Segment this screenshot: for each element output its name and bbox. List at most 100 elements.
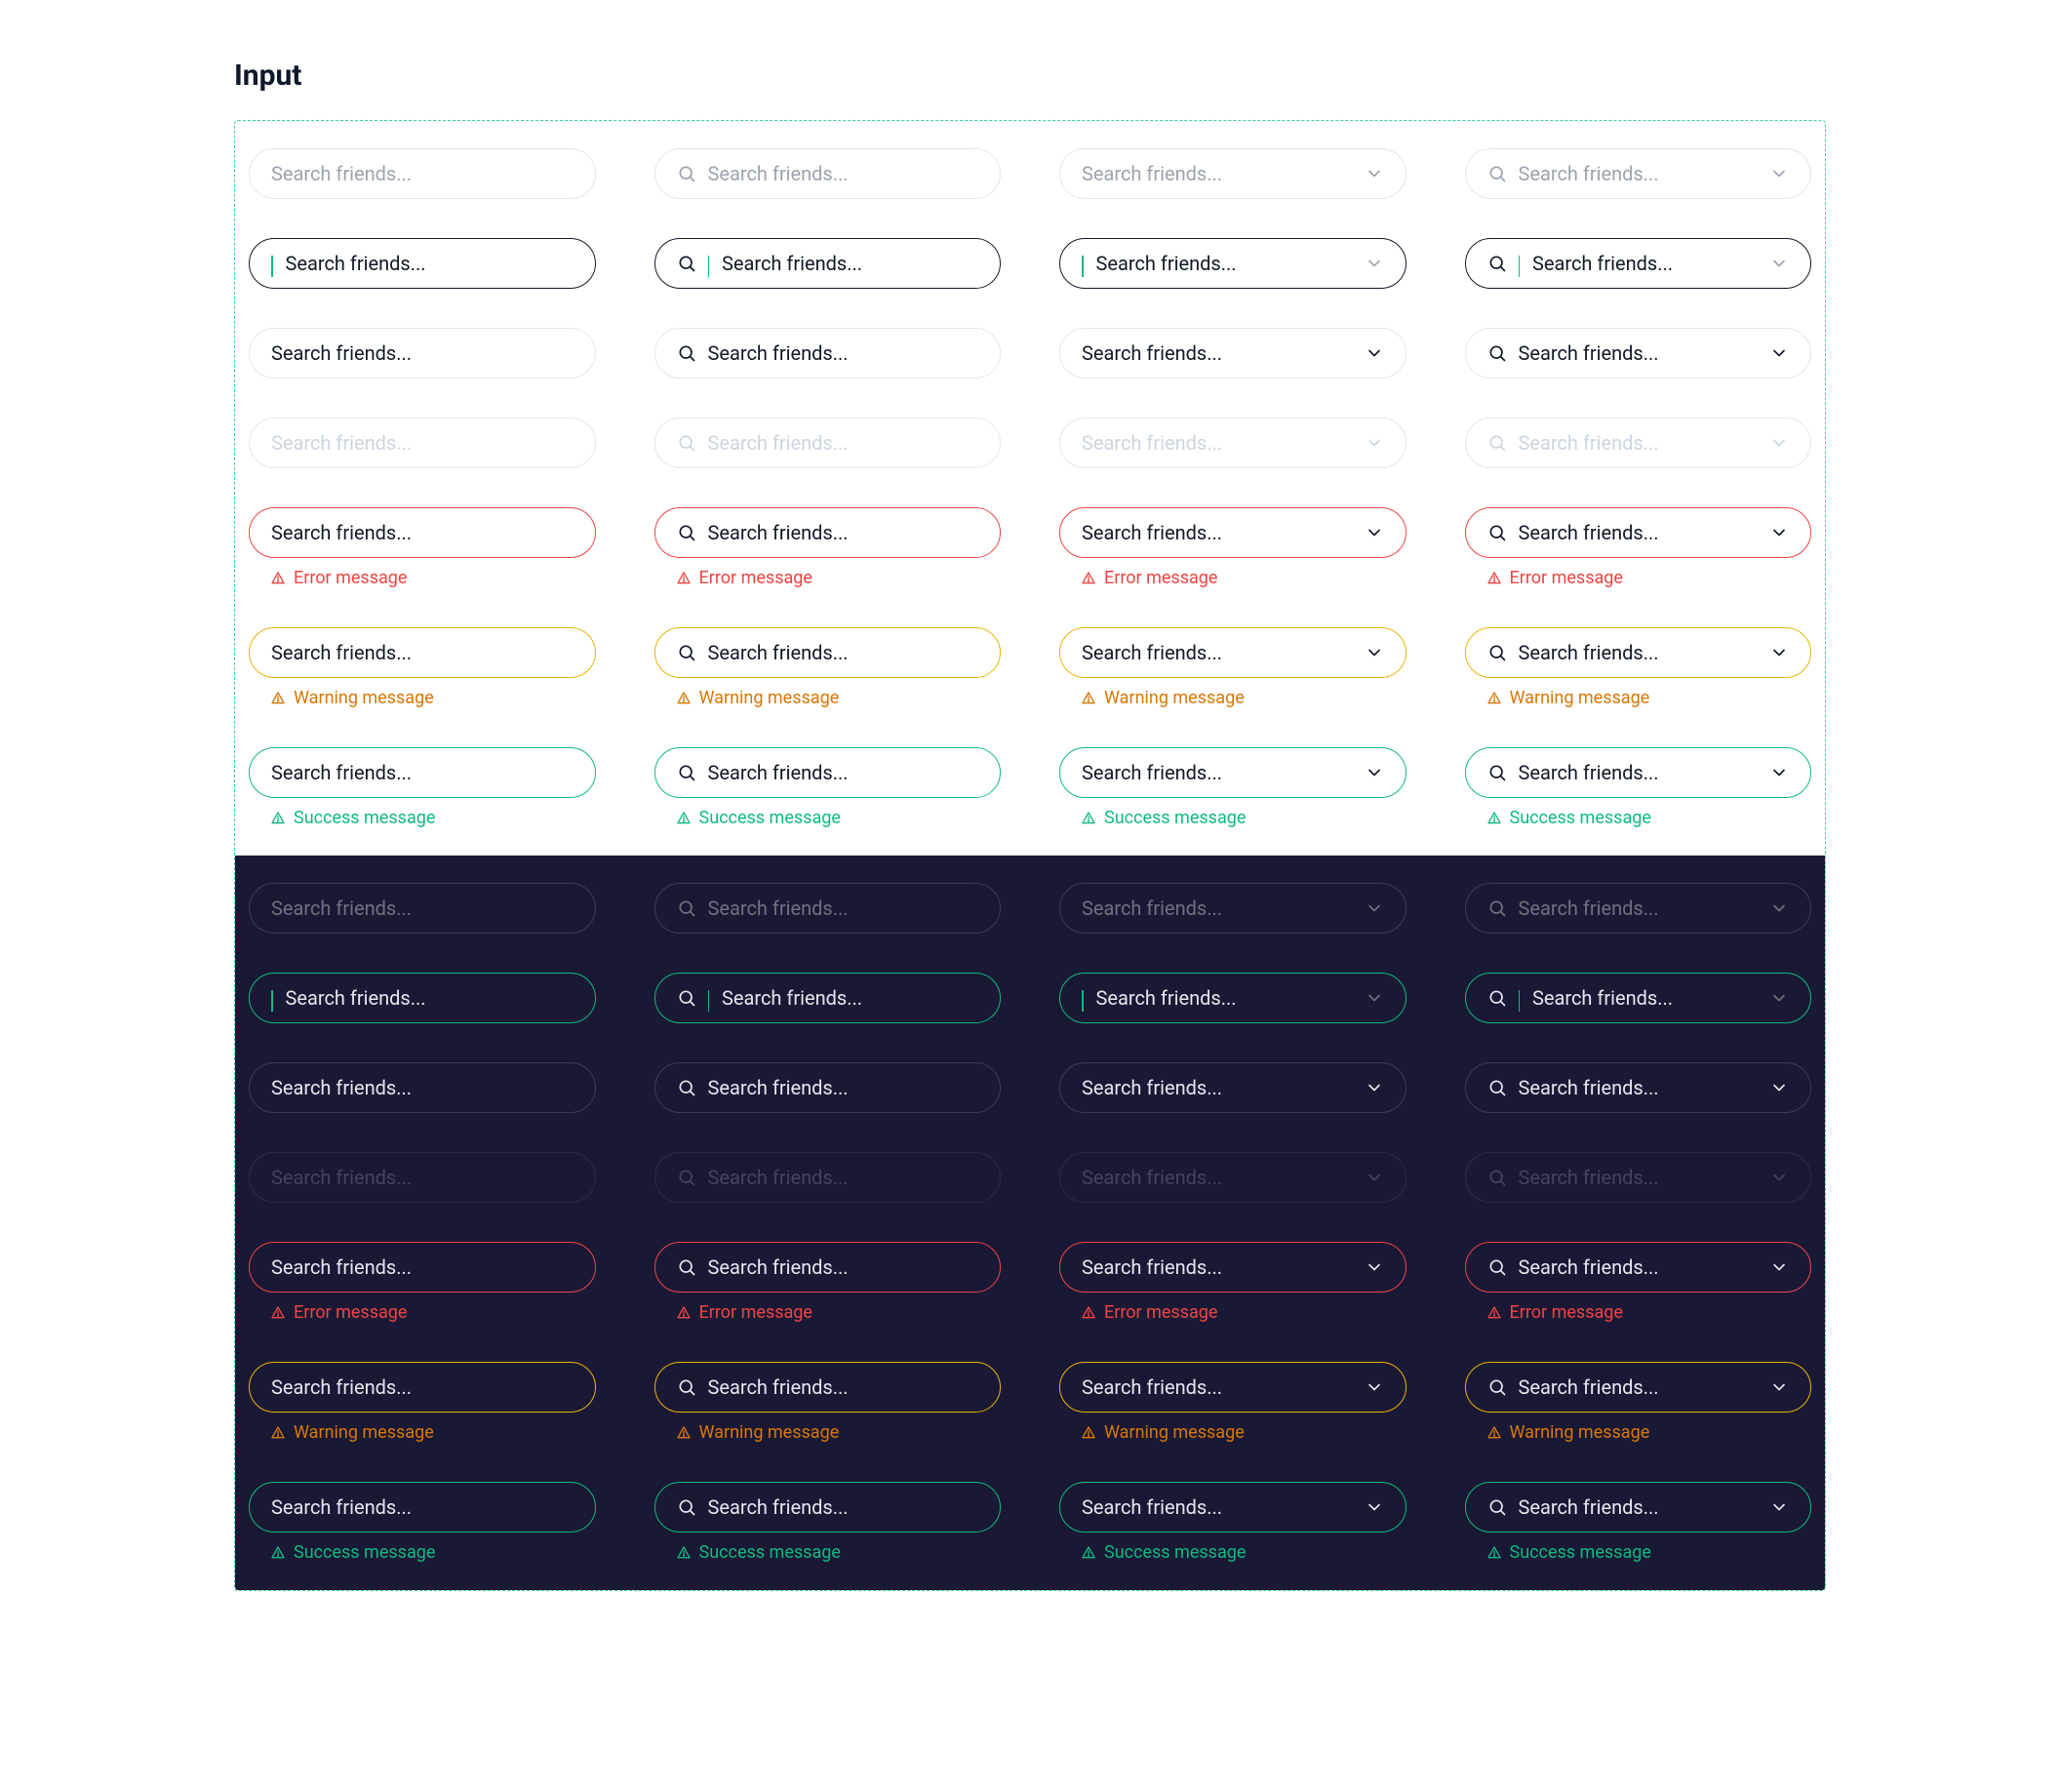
search-input[interactable]: Search friends... [1059,1062,1406,1113]
search-input[interactable]: Search friends... [1059,627,1406,678]
chevron-down-icon[interactable] [1365,988,1384,1008]
input-text[interactable]: Search friends... [1082,1078,1353,1097]
chevron-down-icon[interactable] [1365,643,1384,662]
input-text[interactable]: Search friends... [271,433,574,453]
search-input[interactable]: Search friends... [1059,973,1406,1023]
input-text[interactable]: Search friends... [271,343,574,363]
input-text[interactable]: Search friends... [1519,1377,1759,1397]
input-text[interactable]: Search friends... [1519,763,1759,782]
search-input[interactable]: Search friends... [249,1062,596,1113]
chevron-down-icon[interactable] [1769,763,1789,782]
search-input[interactable]: Search friends... [1059,747,1406,798]
input-text[interactable]: Search friends... [1082,1377,1353,1397]
input-text[interactable]: Search friends... [1519,1078,1759,1097]
search-input[interactable]: Search friends... [1059,328,1406,378]
input-text[interactable]: Search friends... [1096,254,1353,273]
input-text[interactable]: Search friends... [1519,1497,1759,1517]
input-text[interactable]: Search friends... [708,164,979,183]
input-text[interactable]: Search friends... [708,898,979,918]
input-text[interactable]: Search friends... [1082,898,1353,918]
chevron-down-icon[interactable] [1365,343,1384,363]
search-input[interactable]: Search friends... [1059,238,1406,289]
input-text[interactable]: Search friends... [1082,523,1353,542]
search-input[interactable]: Search friends... [654,1482,1002,1533]
input-text[interactable]: Search friends... [708,523,979,542]
chevron-down-icon[interactable] [1365,1078,1384,1097]
search-input[interactable]: Search friends... [249,883,596,934]
search-input[interactable]: Search friends... [654,747,1002,798]
input-text[interactable]: Search friends... [708,1078,979,1097]
input-text[interactable]: Search friends... [271,763,574,782]
search-input[interactable]: Search friends... [654,973,1002,1023]
chevron-down-icon[interactable] [1365,1377,1384,1397]
input-text[interactable]: Search friends... [1082,164,1353,183]
chevron-down-icon[interactable] [1365,763,1384,782]
chevron-down-icon[interactable] [1365,1257,1384,1277]
search-input[interactable]: Search friends... [249,328,596,378]
search-input[interactable]: Search friends... [1059,883,1406,934]
input-text[interactable]: Search friends... [271,164,574,183]
search-input[interactable]: Search friends... [1465,1482,1812,1533]
search-input[interactable]: Search friends... [654,507,1002,558]
input-text[interactable]: Search friends... [1082,1497,1353,1517]
input-text[interactable]: Search friends... [708,1497,979,1517]
input-text[interactable]: Search friends... [1082,433,1353,453]
chevron-down-icon[interactable] [1365,254,1384,273]
input-text[interactable]: Search friends... [1532,988,1758,1008]
input-text[interactable]: Search friends... [286,254,574,273]
input-text[interactable]: Search friends... [1519,643,1759,662]
search-input[interactable]: Search friends... [1465,1242,1812,1293]
input-text[interactable]: Search friends... [1519,523,1759,542]
input-text[interactable]: Search friends... [271,898,574,918]
input-text[interactable]: Search friends... [1519,343,1759,363]
search-input[interactable]: Search friends... [1465,627,1812,678]
search-input[interactable]: Search friends... [654,1362,1002,1413]
input-text[interactable]: Search friends... [1519,1257,1759,1277]
input-text[interactable]: Search friends... [1082,763,1353,782]
input-text[interactable]: Search friends... [708,1377,979,1397]
input-text[interactable]: Search friends... [708,643,979,662]
chevron-down-icon[interactable] [1365,1168,1384,1187]
input-text[interactable]: Search friends... [271,1168,574,1187]
chevron-down-icon[interactable] [1769,988,1789,1008]
input-text[interactable]: Search friends... [708,1168,979,1187]
input-text[interactable]: Search friends... [708,433,979,453]
search-input[interactable]: Search friends... [654,238,1002,289]
chevron-down-icon[interactable] [1365,898,1384,918]
search-input[interactable]: Search friends... [249,1482,596,1533]
chevron-down-icon[interactable] [1769,254,1789,273]
search-input[interactable]: Search friends... [1059,507,1406,558]
search-input[interactable]: Search friends... [1465,1362,1812,1413]
search-input[interactable]: Search friends... [249,747,596,798]
input-text[interactable]: Search friends... [1519,433,1759,453]
search-input[interactable]: Search friends... [1465,973,1812,1023]
chevron-down-icon[interactable] [1769,343,1789,363]
search-input[interactable]: Search friends... [654,1242,1002,1293]
input-text[interactable]: Search friends... [271,1377,574,1397]
input-text[interactable]: Search friends... [271,643,574,662]
search-input[interactable]: Search friends... [249,1242,596,1293]
search-input[interactable]: Search friends... [1465,883,1812,934]
search-input[interactable]: Search friends... [1059,1362,1406,1413]
chevron-down-icon[interactable] [1769,643,1789,662]
search-input[interactable]: Search friends... [654,328,1002,378]
chevron-down-icon[interactable] [1769,433,1789,453]
search-input[interactable]: Search friends... [249,238,596,289]
search-input[interactable]: Search friends... [1465,1062,1812,1113]
search-input[interactable]: Search friends... [654,627,1002,678]
search-input[interactable]: Search friends... [1465,507,1812,558]
chevron-down-icon[interactable] [1769,1497,1789,1517]
search-input[interactable]: Search friends... [1059,148,1406,199]
chevron-down-icon[interactable] [1365,433,1384,453]
input-text[interactable]: Search friends... [708,343,979,363]
chevron-down-icon[interactable] [1365,1497,1384,1517]
search-input[interactable]: Search friends... [1465,238,1812,289]
chevron-down-icon[interactable] [1769,1078,1789,1097]
search-input[interactable]: Search friends... [654,148,1002,199]
input-text[interactable]: Search friends... [271,1497,574,1517]
chevron-down-icon[interactable] [1769,1377,1789,1397]
chevron-down-icon[interactable] [1769,898,1789,918]
search-input[interactable]: Search friends... [249,973,596,1023]
search-input[interactable]: Search friends... [249,627,596,678]
input-text[interactable]: Search friends... [271,523,574,542]
